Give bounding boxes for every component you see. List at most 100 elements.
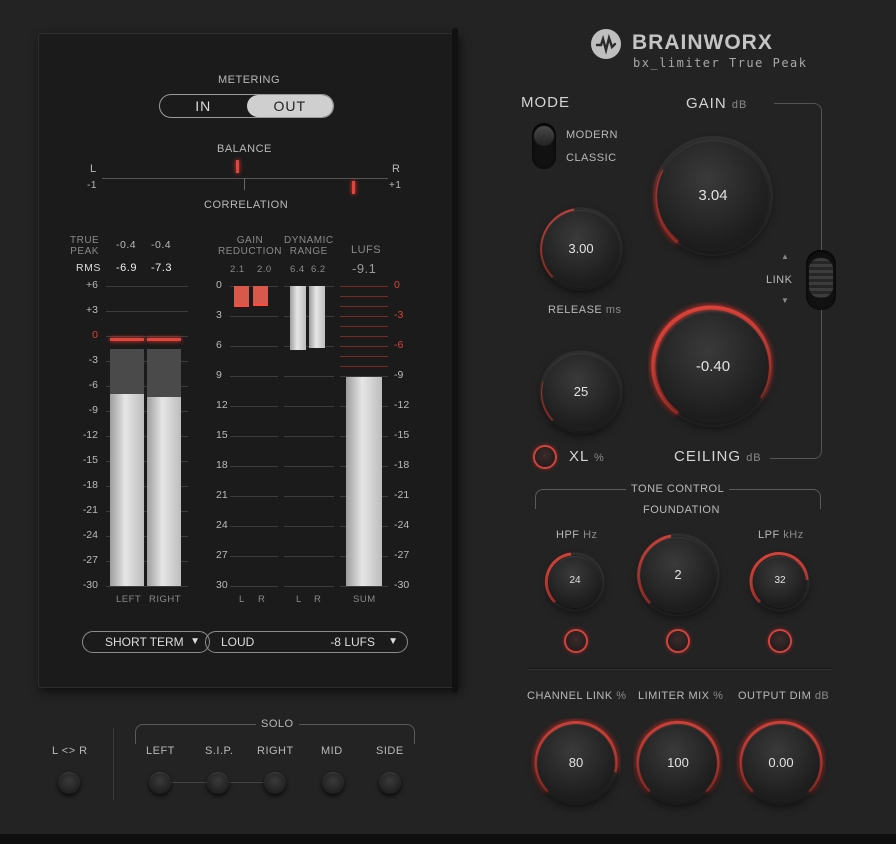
mid-scale-tick: 27 <box>216 549 228 561</box>
gain-label-text: GAIN <box>686 95 727 112</box>
solo-mid-button[interactable] <box>322 772 344 794</box>
solo-left-button[interactable] <box>149 772 171 794</box>
xl-button[interactable] <box>535 447 555 467</box>
dr-r-footer: R <box>314 594 322 605</box>
foundation-enable-button[interactable] <box>668 631 688 651</box>
solo-right-label: RIGHT <box>257 745 294 757</box>
gain-knob[interactable]: 3.04 <box>657 140 769 252</box>
lufs-label: LUFS <box>351 244 382 256</box>
gr-scale-line <box>230 346 278 347</box>
lpf-value: 32 <box>774 575 786 586</box>
gr-right-value: 2.0 <box>257 264 272 275</box>
left-scale-line <box>106 286 188 287</box>
gr-scale-line <box>230 586 278 587</box>
lr-swap-button[interactable] <box>58 772 80 794</box>
gr-scale-line <box>230 526 278 527</box>
lpf-unit: kHz <box>783 529 804 541</box>
meter-right-footer: RIGHT <box>149 594 182 605</box>
xl-label: XL % <box>569 448 605 465</box>
lufs-bar <box>346 377 382 586</box>
mid-scale-tick: 12 <box>216 399 228 411</box>
dr-scale-line <box>284 586 334 587</box>
output-dim-label-text: OUTPUT DIM <box>738 690 812 702</box>
mode-switch-thumb <box>534 126 554 146</box>
balance-min-label: -1 <box>87 180 97 191</box>
solo-left-label: LEFT <box>146 745 175 757</box>
ceiling-label-text: CEILING <box>674 448 742 465</box>
metering-toggle[interactable]: IN OUT <box>159 94 334 118</box>
link-switch[interactable] <box>806 250 836 310</box>
metering-out-option[interactable]: OUT <box>246 95 333 117</box>
solo-sip-button[interactable] <box>207 772 229 794</box>
gr-left-value: 2.1 <box>230 264 245 275</box>
right-scale-tick: -30 <box>394 579 410 591</box>
hpf-knob[interactable]: 24 <box>549 556 601 608</box>
gain-reduction-left-bar <box>234 286 249 307</box>
right-scale-tick: -18 <box>394 459 410 471</box>
loudness-target-dropdown[interactable]: LOUD -8 LUFS ▼ <box>205 631 408 653</box>
true-peak-left: -0.4 <box>116 239 137 251</box>
link-label: LINK <box>766 274 793 286</box>
gain-label: GAIN dB <box>686 95 747 112</box>
panel-divider <box>452 28 458 693</box>
meter-left-footer: LEFT <box>116 594 142 605</box>
output-dim-value: 0.00 <box>768 755 794 770</box>
lpf-enable-button[interactable] <box>770 631 790 651</box>
dr-scale-line <box>284 436 334 437</box>
dr-scale-line <box>284 496 334 497</box>
limiter-mix-value: 100 <box>667 755 689 770</box>
ceiling-knob[interactable]: -0.40 <box>657 311 769 423</box>
right-scale-tick: 0 <box>394 279 400 291</box>
solo-right-button[interactable] <box>264 772 286 794</box>
lufs-scale-line <box>340 296 388 297</box>
metering-label: METERING <box>218 74 281 86</box>
dr-scale-line <box>284 526 334 527</box>
release-knob[interactable]: 25 <box>542 353 620 431</box>
dr-l-footer: L <box>296 594 302 605</box>
dynamic-range-right-bar <box>309 286 325 348</box>
lufs-mode-value: SHORT TERM <box>105 635 184 649</box>
gr-scale-line <box>230 406 278 407</box>
ceiling-unit: dB <box>746 452 762 464</box>
attack-knob[interactable]: 3.00 <box>542 210 620 288</box>
release-label: RELEASE ms <box>548 304 621 316</box>
left-scale-tick: -3 <box>88 354 98 366</box>
hpf-enable-button[interactable] <box>566 631 586 651</box>
mode-switch[interactable] <box>532 123 556 169</box>
output-dim-knob[interactable]: 0.00 <box>742 724 820 802</box>
limiter-mix-knob[interactable]: 100 <box>639 724 717 802</box>
lufs-scale-line <box>340 316 388 317</box>
right-scale-tick: -24 <box>394 519 410 531</box>
hpf-label-text: HPF <box>556 529 580 541</box>
gain-reduction-label: GAIN REDUCTION <box>218 235 282 257</box>
balance-label: BALANCE <box>217 143 272 155</box>
link-bracket-gap <box>752 100 774 106</box>
mid-scale-tick: 15 <box>216 429 228 441</box>
lufs-scale-line <box>340 326 388 327</box>
right-scale-tick: -9 <box>394 369 404 381</box>
balance-max-label: +1 <box>389 180 402 191</box>
right-scale-tick: -12 <box>394 399 410 411</box>
gr-scale-line <box>230 556 278 557</box>
brainworx-logo-icon <box>591 29 621 59</box>
metering-in-option[interactable]: IN <box>160 95 247 117</box>
channel-link-unit: % <box>616 690 627 702</box>
xl-unit: % <box>593 452 605 464</box>
lpf-label-text: LPF <box>758 529 780 541</box>
bottom-edge <box>0 834 896 844</box>
loudness-preset-value: LOUD <box>221 635 255 649</box>
right-scale-tick: -3 <box>394 309 404 321</box>
peak-left-bar <box>110 393 144 586</box>
channel-link-knob[interactable]: 80 <box>537 724 615 802</box>
dr-scale-line <box>284 376 334 377</box>
solo-side-button[interactable] <box>379 772 401 794</box>
attack-value: 3.00 <box>568 241 594 256</box>
lufs-mode-dropdown[interactable]: SHORT TERM ▼ <box>82 631 210 653</box>
foundation-knob[interactable]: 2 <box>640 537 716 613</box>
lpf-knob[interactable]: 32 <box>754 556 806 608</box>
correlation-indicator <box>352 181 355 194</box>
right-scale-tick: -21 <box>394 489 410 501</box>
balance-right-label: R <box>392 163 401 175</box>
right-scale-tick: -15 <box>394 429 410 441</box>
left-scale-tick: -6 <box>88 379 98 391</box>
